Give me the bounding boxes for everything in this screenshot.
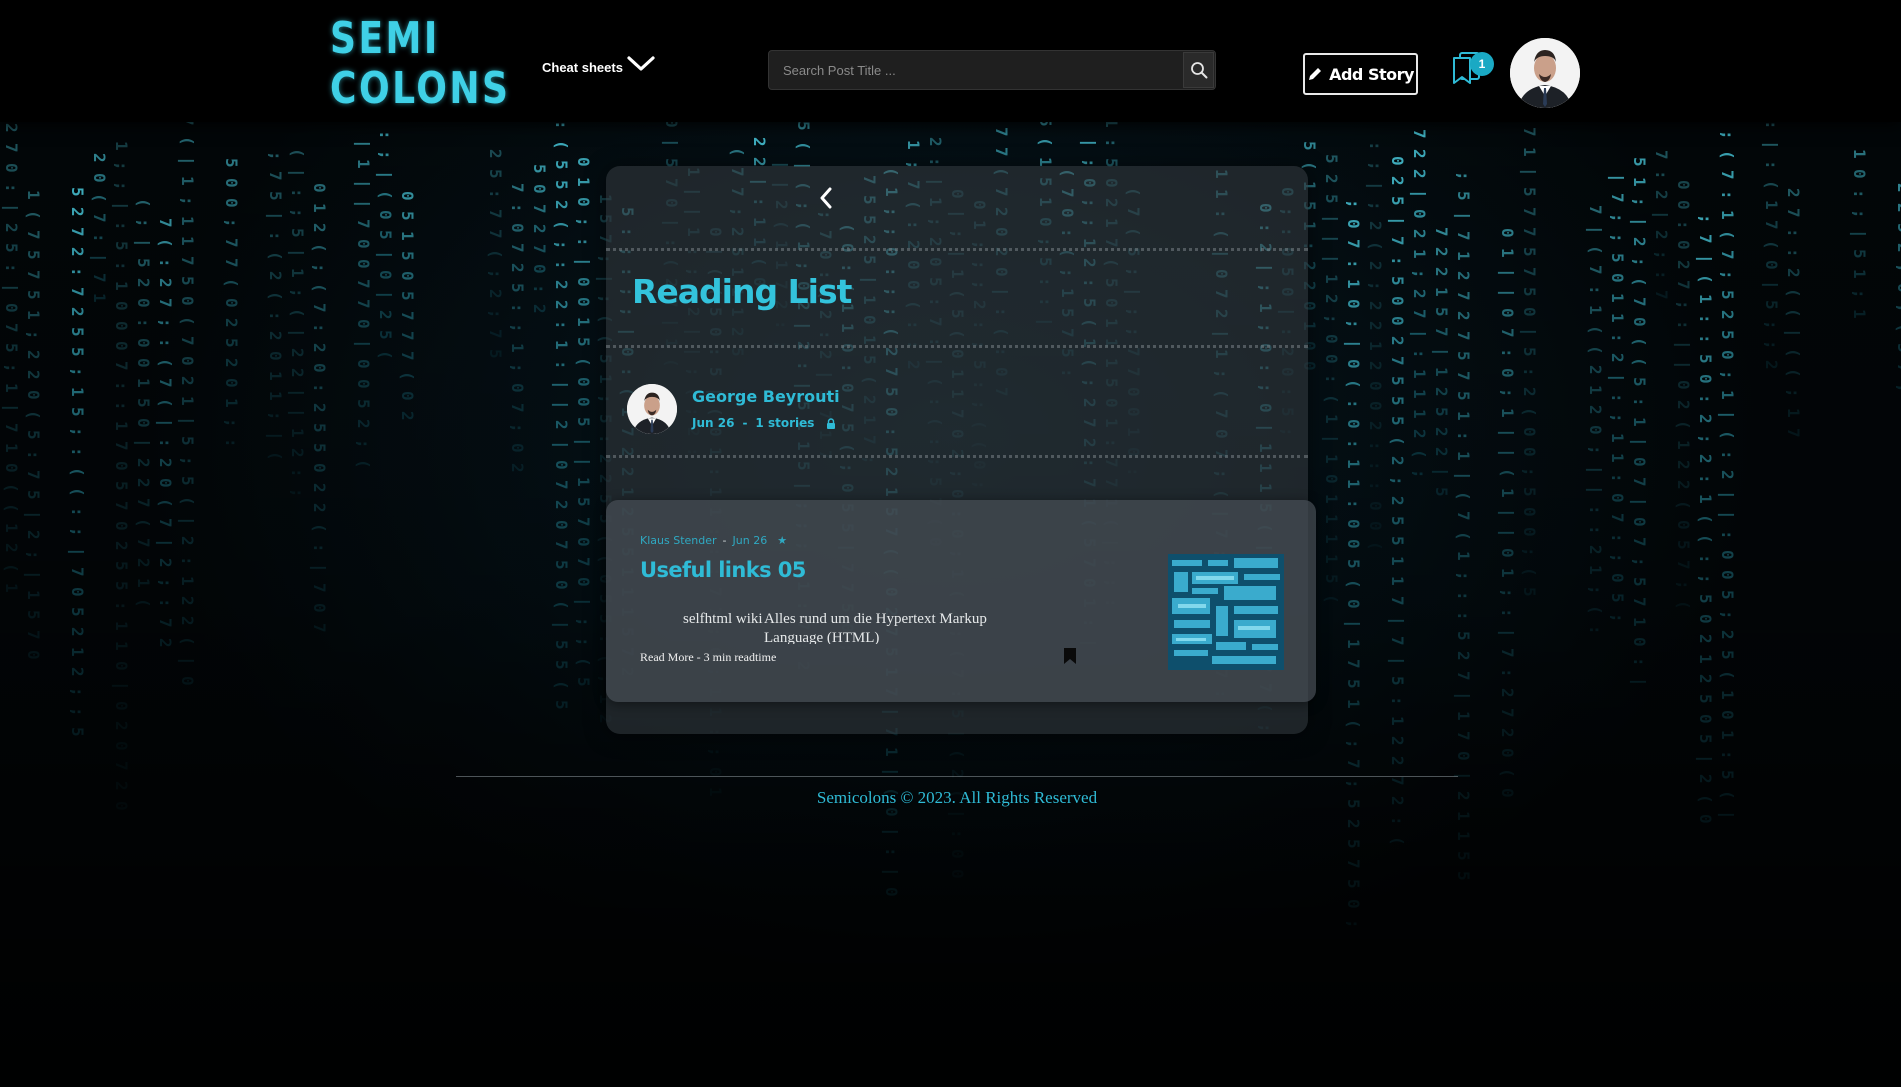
- stories-count: 1 stories: [755, 416, 815, 430]
- search-field[interactable]: [768, 50, 1216, 90]
- back-button[interactable]: [811, 183, 841, 213]
- semicolons-logo[interactable]: SEMI COLONS: [330, 13, 508, 116]
- page-title: Reading List: [632, 272, 852, 311]
- story-excerpt: selfhtml wiki Alles rund um die Hypertex…: [640, 608, 1050, 644]
- list-meta: Jun 26 - 1 stories: [692, 416, 836, 430]
- star-icon: ★: [777, 534, 788, 547]
- story-title[interactable]: Useful links 05: [640, 558, 806, 582]
- footer-copyright: Semicolons © 2023. All Rights Reserved: [816, 788, 1098, 807]
- story-author[interactable]: Klaus Stender: [640, 534, 717, 547]
- search-input[interactable]: [769, 51, 1215, 89]
- add-story-label: Add Story: [1329, 64, 1414, 84]
- owner-avatar[interactable]: [627, 384, 677, 434]
- meta-separator: -: [722, 534, 727, 547]
- lock-icon: [827, 417, 836, 429]
- excerpt-link-name: selfhtml wiki: [683, 611, 763, 627]
- pencil-icon: [1309, 68, 1322, 80]
- owner-name[interactable]: George Beyrouti: [692, 387, 840, 406]
- cheat-sheets-label: Cheat sheets: [542, 60, 623, 75]
- story-thumbnail[interactable]: [1168, 554, 1284, 670]
- divider: [606, 248, 1308, 251]
- divider: [606, 345, 1308, 348]
- story-meta: Klaus Stender - Jun 26 ★: [640, 534, 787, 547]
- search-button[interactable]: [1183, 52, 1214, 88]
- search-icon: [1190, 62, 1207, 79]
- bookmark-count-badge: 1: [1470, 52, 1494, 76]
- cheat-sheets-menu[interactable]: Cheat sheets: [542, 55, 655, 75]
- footer-divider: [456, 776, 1458, 777]
- logo-line-1: SEMI: [330, 13, 440, 64]
- divider: [606, 455, 1308, 458]
- excerpt-link-description: Alles rund um die Hypertext Markup Langu…: [764, 611, 987, 644]
- logo-line-2: COLONS: [330, 64, 508, 114]
- meta-separator: -: [742, 416, 748, 430]
- chevron-down-icon: [627, 55, 655, 71]
- list-date: Jun 26: [692, 416, 735, 430]
- story-date: Jun 26: [732, 534, 768, 547]
- user-avatar[interactable]: [1510, 38, 1580, 108]
- add-story-button[interactable]: Add Story: [1303, 53, 1418, 95]
- read-more-link[interactable]: Read More - 3 min readtime: [640, 650, 776, 665]
- chevron-left-icon: [820, 187, 832, 209]
- bookmark-filled-icon[interactable]: [1063, 647, 1077, 665]
